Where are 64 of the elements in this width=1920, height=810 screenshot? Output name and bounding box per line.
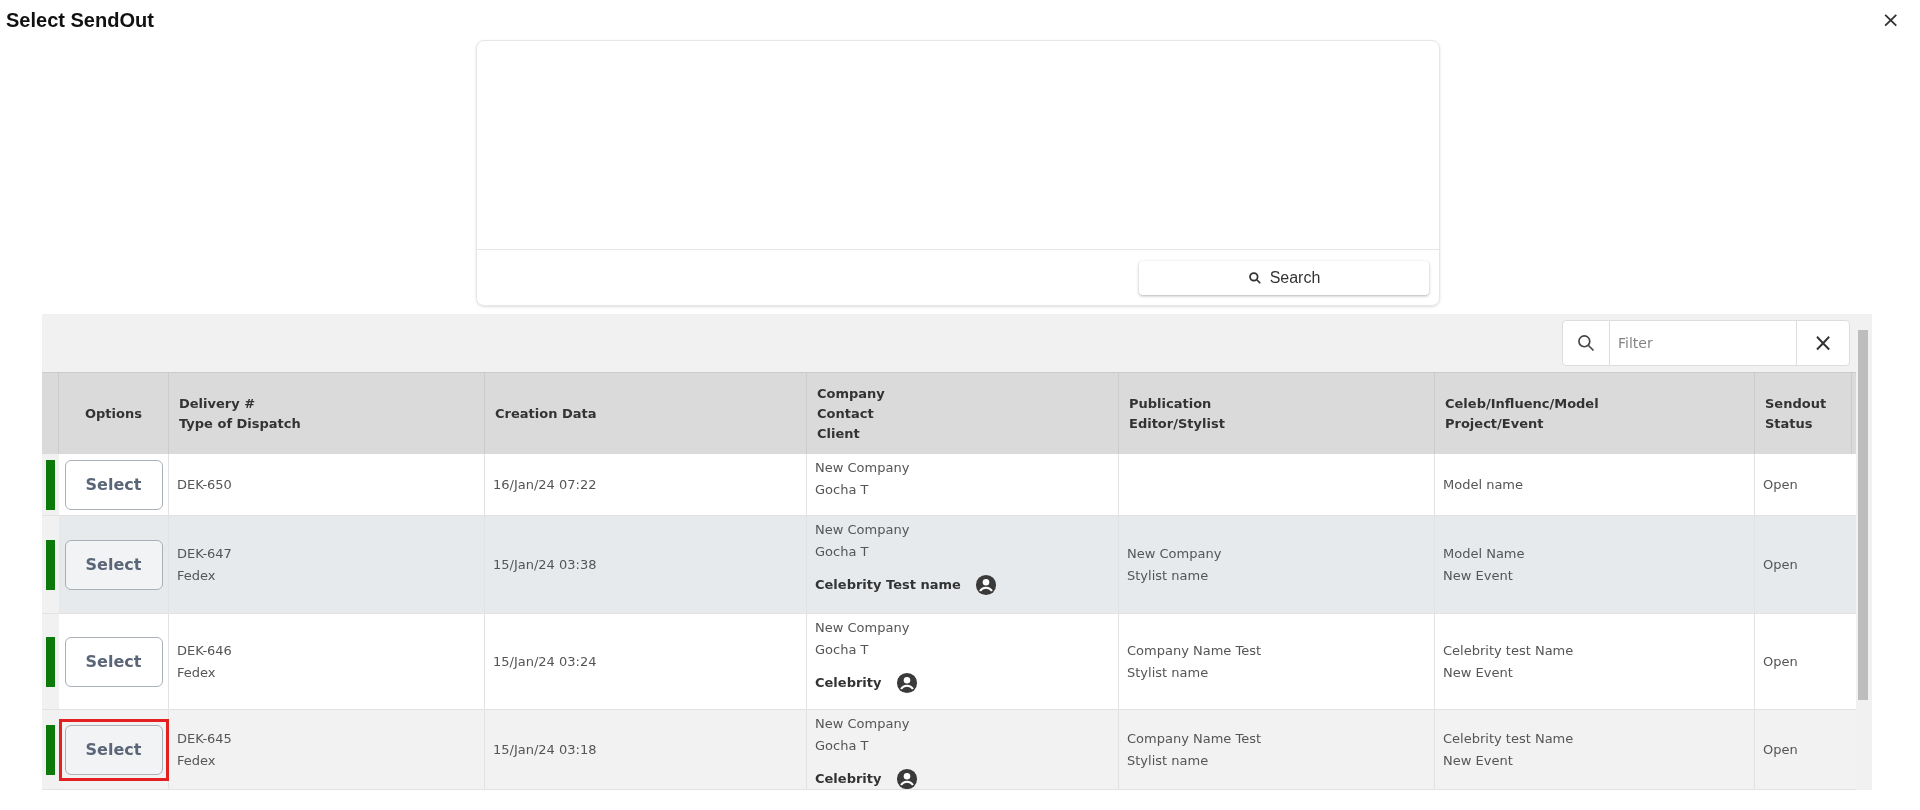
cell-text: 15/Jan/24 03:24 bbox=[493, 653, 597, 670]
person-icon bbox=[895, 768, 918, 789]
cell-text: Open bbox=[1763, 653, 1798, 670]
dialog-title: Select SendOut bbox=[6, 8, 154, 33]
table-row[interactable]: Select DEK-646 Fedex 15/Jan/24 03:24 New Company Gocha T Celebrity Company Name Test Stylist name Celebrity test Name New Event Open bbox=[42, 614, 1856, 710]
cell-text: Model Name bbox=[1443, 545, 1525, 562]
select-button[interactable]: Select bbox=[64, 636, 163, 687]
table-row[interactable]: Select DEK-645 Fedex 15/Jan/24 03:18 New Company Gocha T Celebrity Company Name Test Stylist name Celebrity test Name New Event Open bbox=[42, 710, 1856, 790]
client-name: Celebrity Test name bbox=[815, 576, 961, 595]
cell-text: New Company bbox=[1127, 545, 1222, 562]
cell-text: Open bbox=[1763, 556, 1798, 573]
cell-text: DEK-647 bbox=[177, 545, 232, 562]
cell-text: Stylist name bbox=[1127, 753, 1210, 769]
column-header: Celeb/Influenc/Model Project/Event bbox=[1445, 394, 1599, 433]
search-icon bbox=[1247, 270, 1262, 285]
clear-button[interactable]: × bbox=[1796, 320, 1850, 366]
cell-text: Celebrity test Name bbox=[1443, 642, 1574, 659]
search-icon bbox=[1576, 333, 1596, 353]
cell-text: New Company bbox=[815, 522, 911, 538]
cell-text: Open bbox=[1763, 742, 1798, 758]
cell-text: Stylist name bbox=[1127, 567, 1210, 584]
cell-text: 15/Jan/24 03:18 bbox=[493, 742, 597, 758]
cell-text: Gocha T bbox=[815, 738, 870, 754]
cell-text: DEK-650 bbox=[177, 476, 232, 493]
cell-text: 16/Jan/24 07:22 bbox=[493, 476, 597, 493]
client-name: Celebrity bbox=[815, 770, 882, 789]
close-button[interactable]: × bbox=[1881, 9, 1900, 31]
column-header: Sendout Status bbox=[1765, 394, 1827, 433]
cell-text: Fedex bbox=[177, 567, 217, 584]
cell-text: Gocha T bbox=[815, 544, 870, 560]
column-header: Creation Data bbox=[495, 404, 597, 423]
cell-text: Gocha T bbox=[815, 642, 870, 658]
select-button[interactable]: Select bbox=[64, 459, 163, 510]
cell-text: Company Name Test bbox=[1127, 731, 1262, 747]
cell-text: Celebrity test Name bbox=[1443, 731, 1574, 747]
column-header: Options bbox=[85, 404, 142, 423]
column-header: Delivery # Type of Dispatch bbox=[179, 394, 301, 433]
cell-text: New Event bbox=[1443, 664, 1514, 681]
cell-text: Stylist name bbox=[1127, 664, 1210, 681]
cell-text: New Event bbox=[1443, 753, 1514, 769]
cell-text: New Event bbox=[1443, 567, 1514, 584]
column-header: Publication Editor/Stylist bbox=[1129, 394, 1225, 433]
table-row[interactable]: Select DEK-650 16/Jan/24 07:22 New Company Gocha T Model name Open bbox=[42, 454, 1856, 516]
cell-text: Fedex bbox=[177, 753, 217, 769]
filter-field[interactable]: Filter bbox=[1610, 320, 1796, 366]
cell-text: Open bbox=[1763, 476, 1798, 493]
cell-text: DEK-645 bbox=[177, 731, 232, 747]
cell-text: New Company bbox=[815, 460, 911, 476]
cell-text: DEK-646 bbox=[177, 642, 232, 659]
cell-text: Model name bbox=[1443, 476, 1524, 493]
select-button[interactable]: Select bbox=[64, 539, 163, 590]
select-button[interactable]: Select bbox=[64, 725, 163, 775]
person-icon bbox=[974, 574, 997, 596]
person-icon bbox=[895, 672, 918, 694]
client-name: Celebrity bbox=[815, 674, 882, 693]
cell-text: New Company bbox=[815, 620, 911, 636]
cell-text: Company Name Test bbox=[1127, 642, 1262, 659]
column-header: Company Contact Client bbox=[817, 384, 885, 443]
cell-text: Gocha T bbox=[815, 482, 870, 498]
cell-text: New Company bbox=[815, 716, 911, 732]
cell-text: Fedex bbox=[177, 664, 217, 681]
table-row[interactable]: Select DEK-647 Fedex 15/Jan/24 03:38 New Company Gocha T Celebrity Test name New Company Stylist name Model Name New Event Open bbox=[42, 516, 1856, 614]
cell-text: 15/Jan/24 03:38 bbox=[493, 556, 597, 573]
search-button[interactable]: Search bbox=[1139, 260, 1429, 295]
